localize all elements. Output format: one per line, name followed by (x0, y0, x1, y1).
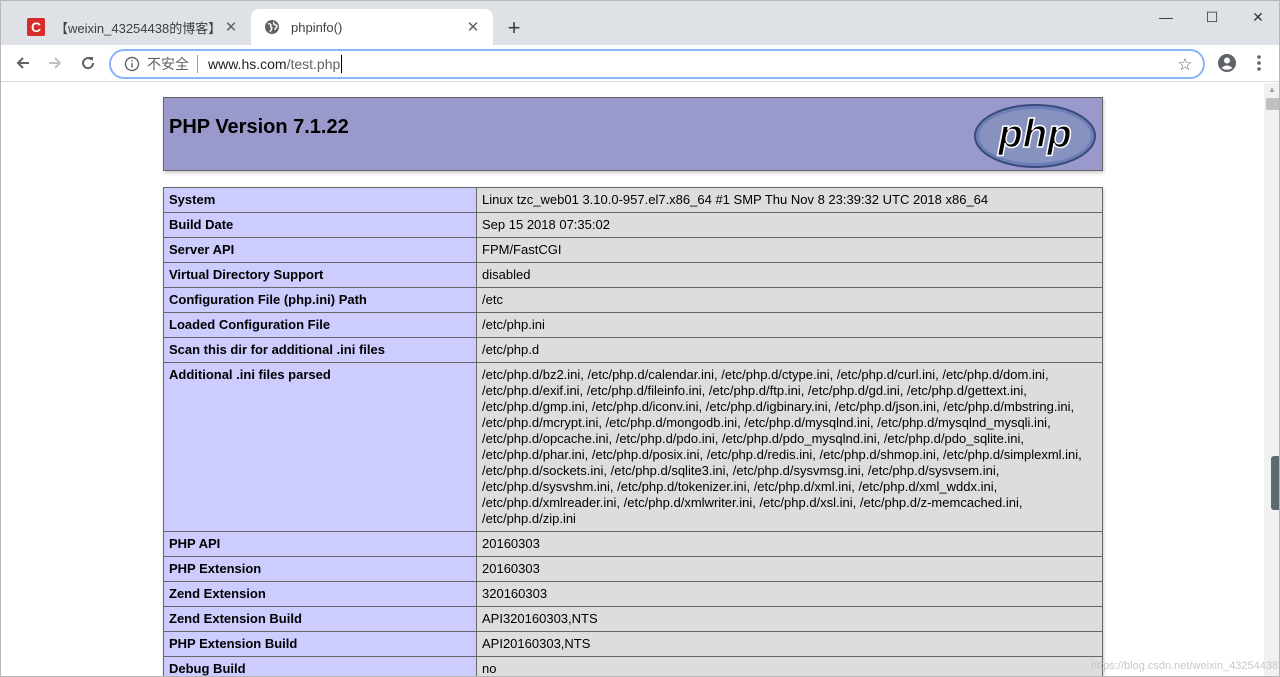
forward-button[interactable] (41, 49, 69, 77)
back-button[interactable] (9, 49, 37, 77)
php-logo-text: php (997, 112, 1071, 156)
globe-icon (263, 18, 281, 36)
table-row: Server API FPM/FastCGI (163, 237, 1103, 263)
row-value: 20160303 (476, 531, 1103, 557)
bookmark-star-icon[interactable]: ☆ (1175, 55, 1195, 75)
maximize-button[interactable]: ☐ (1189, 5, 1235, 29)
row-value: 20160303 (476, 556, 1103, 582)
reload-icon (82, 57, 95, 70)
account-icon (1218, 54, 1236, 72)
browser-toolbar: 不安全 www.hs.com /test.php ☆ (1, 45, 1279, 82)
tab-csdn-blog[interactable]: C 【weixin_43254438的博客】新 ✕ (15, 9, 251, 45)
profile-button[interactable] (1213, 49, 1241, 77)
url-path: /test.php (286, 56, 341, 72)
row-value: Linux tzc_web01 3.10.0-957.el7.x86_64 #1… (476, 187, 1103, 213)
table-row: Scan this dir for additional .ini files /… (163, 337, 1103, 363)
row-value: API320160303,NTS (476, 606, 1103, 632)
new-tab-button[interactable]: + (501, 15, 527, 41)
address-separator (197, 55, 198, 73)
row-value: /etc/php.ini (476, 312, 1103, 338)
table-row: PHP API 20160303 (163, 531, 1103, 557)
side-widget[interactable] (1271, 456, 1279, 510)
row-key: Build Date (163, 212, 477, 238)
close-tab-icon[interactable]: ✕ (463, 17, 483, 37)
not-secure-label: 不安全 (147, 56, 189, 72)
menu-button[interactable] (1245, 49, 1273, 77)
text-caret (341, 55, 343, 73)
reload-button[interactable] (74, 49, 102, 77)
row-key: Server API (163, 237, 477, 263)
row-key: PHP Extension (163, 556, 477, 582)
more-vert-icon (1257, 55, 1261, 71)
minimize-button[interactable]: — (1143, 5, 1189, 29)
table-row: Virtual Directory Support disabled (163, 262, 1103, 288)
row-key: PHP Extension Build (163, 631, 477, 657)
row-value: /etc (476, 287, 1103, 313)
table-row: System Linux tzc_web01 3.10.0-957.el7.x86… (163, 187, 1103, 213)
row-value: /etc/php.d (476, 337, 1103, 363)
row-key: Additional .ini files parsed (163, 362, 477, 532)
tab-phpinfo[interactable]: phpinfo() ✕ (251, 9, 493, 45)
info-icon[interactable] (123, 55, 141, 73)
watermark: https://blog.csdn.net/weixin_43254438 (1091, 660, 1279, 672)
row-key: Configuration File (php.ini) Path (163, 287, 477, 313)
row-value: no (476, 656, 1103, 676)
csdn-icon: C (27, 18, 45, 36)
scroll-up-icon[interactable]: ▲ (1268, 85, 1276, 94)
php-version-title: PHP Version 7.1.22 (169, 116, 349, 138)
tab-title: phpinfo() (291, 19, 343, 35)
page-viewport: PHP Version 7.1.22 php System Linux tzc_w… (1, 83, 1264, 676)
close-tab-icon[interactable]: ✕ (221, 17, 241, 37)
row-value: disabled (476, 262, 1103, 288)
php-version-header: PHP Version 7.1.22 php (163, 97, 1103, 171)
row-key: Loaded Configuration File (163, 312, 477, 338)
scroll-thumb[interactable] (1266, 98, 1279, 110)
phpinfo-table: System Linux tzc_web01 3.10.0-957.el7.x86… (163, 187, 1103, 676)
table-row: Zend Extension Build API320160303,NTS (163, 606, 1103, 632)
row-key: Scan this dir for additional .ini files (163, 337, 477, 363)
tab-title: 【weixin_43254438的博客】新 (55, 20, 221, 36)
row-value: 320160303 (476, 581, 1103, 607)
row-key: Zend Extension (163, 581, 477, 607)
back-arrow-icon (16, 57, 29, 69)
table-row: Zend Extension 320160303 (163, 581, 1103, 607)
table-row: Additional .ini files parsed/etc/php.d/b… (163, 362, 1103, 532)
address-bar[interactable]: 不安全 www.hs.com /test.php ☆ (109, 49, 1205, 79)
table-row: PHP Extension 20160303 (163, 556, 1103, 582)
forward-arrow-icon (49, 57, 62, 69)
row-key: Virtual Directory Support (163, 262, 477, 288)
row-key: Zend Extension Build (163, 606, 477, 632)
row-value: Sep 15 2018 07:35:02 (476, 212, 1103, 238)
table-row: PHP Extension Build API20160303,NTS (163, 631, 1103, 657)
row-key: PHP API (163, 531, 477, 557)
url-host: www.hs.com (208, 56, 287, 72)
tab-strip: C 【weixin_43254438的博客】新 ✕ phpinfo() ✕ + … (1, 1, 1279, 45)
table-row: Build Date Sep 15 2018 07:35:02 (163, 212, 1103, 238)
close-window-button[interactable]: ✕ (1235, 5, 1279, 29)
row-value: /etc/php.d/bz2.ini, /etc/php.d/calendar.… (476, 362, 1103, 532)
table-row: Debug Build no (163, 656, 1103, 676)
row-key: Debug Build (163, 656, 477, 676)
table-row: Loaded Configuration File/etc/php.ini (163, 312, 1103, 338)
vertical-scrollbar[interactable]: ▲ (1264, 83, 1279, 676)
row-value: FPM/FastCGI (476, 237, 1103, 263)
row-key: System (163, 187, 477, 213)
php-logo-icon: php (974, 104, 1096, 168)
table-row: Configuration File (php.ini) Path/etc (163, 287, 1103, 313)
browser-window: C 【weixin_43254438的博客】新 ✕ phpinfo() ✕ + … (0, 0, 1280, 677)
row-value: API20160303,NTS (476, 631, 1103, 657)
